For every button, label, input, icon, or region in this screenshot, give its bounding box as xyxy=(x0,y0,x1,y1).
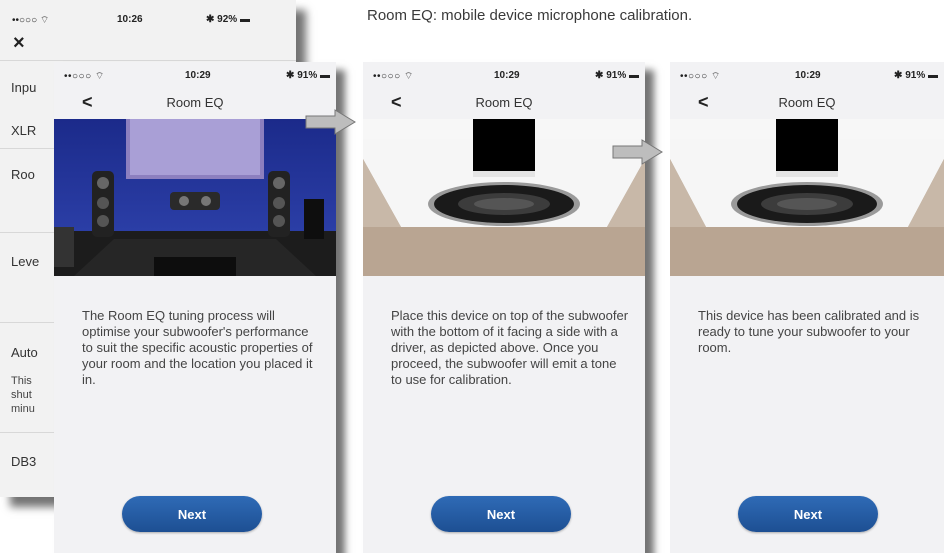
status-bar: ••○○○ ⌔ 10:26 ✱ 92% ▬ xyxy=(0,14,296,28)
calibrated-text: This device has been calibrated and is r… xyxy=(698,308,920,355)
next-button[interactable]: Next xyxy=(431,496,571,532)
nav-title: Room EQ xyxy=(778,95,836,110)
battery-indicator: ✱ 92% ▬ xyxy=(206,14,250,25)
clock: 10:29 xyxy=(494,70,520,81)
home-theater-image xyxy=(54,119,336,276)
nav-title: Room EQ xyxy=(475,95,533,110)
signal-indicator: ••○○○ ⌔ xyxy=(12,15,50,26)
clock: 10:26 xyxy=(117,14,143,25)
status-bar: ••○○○ ⌔ 10:29 ✱ 91% ▬ xyxy=(54,70,336,84)
battery-indicator: ✱ 91% ▬ xyxy=(595,70,639,81)
signal-indicator: ••○○○ ⌔ xyxy=(680,71,721,82)
status-bar: ••○○○ ⌔ 10:29 ✱ 91% ▬ xyxy=(670,70,944,84)
nav-bar: < Room EQ xyxy=(363,90,645,120)
status-bar: ••○○○ ⌔ 10:29 ✱ 91% ▬ xyxy=(363,70,645,84)
divider xyxy=(0,60,296,61)
next-button[interactable]: Next xyxy=(738,496,878,532)
signal-indicator: ••○○○ ⌔ xyxy=(64,71,105,82)
intro-text: The Room EQ tuning process will optimise… xyxy=(82,308,313,387)
room-eq-screen-placement: ••○○○ ⌔ 10:29 ✱ 91% ▬ < Room EQ Place th… xyxy=(363,62,645,553)
signal-indicator: ••○○○ ⌔ xyxy=(373,71,414,82)
close-icon[interactable]: × xyxy=(13,32,25,55)
nav-title: Room EQ xyxy=(166,95,224,110)
nav-bar: < Room EQ xyxy=(54,90,336,120)
room-eq-screen-calibrated: ••○○○ ⌔ 10:29 ✱ 91% ▬ < Room EQ This dev… xyxy=(670,62,944,553)
clock: 10:29 xyxy=(795,70,821,81)
caption: Room EQ: mobile device microphone calibr… xyxy=(367,7,693,24)
placement-instructions-text: Place this device on top of the subwoofe… xyxy=(391,308,629,387)
battery-indicator: ✱ 91% ▬ xyxy=(894,70,938,81)
clock: 10:29 xyxy=(185,70,211,81)
arrow-right-icon xyxy=(305,109,356,135)
arrow-right-icon xyxy=(612,139,663,165)
room-eq-screen-intro: ••○○○ ⌔ 10:29 ✱ 91% ▬ < Room EQ The Room… xyxy=(54,62,336,553)
subwoofer-placement-illustration xyxy=(363,119,645,276)
subwoofer-placement-illustration xyxy=(670,119,944,276)
battery-indicator: ✱ 91% ▬ xyxy=(286,70,330,81)
next-button[interactable]: Next xyxy=(122,496,262,532)
nav-bar: < Room EQ xyxy=(670,90,944,120)
